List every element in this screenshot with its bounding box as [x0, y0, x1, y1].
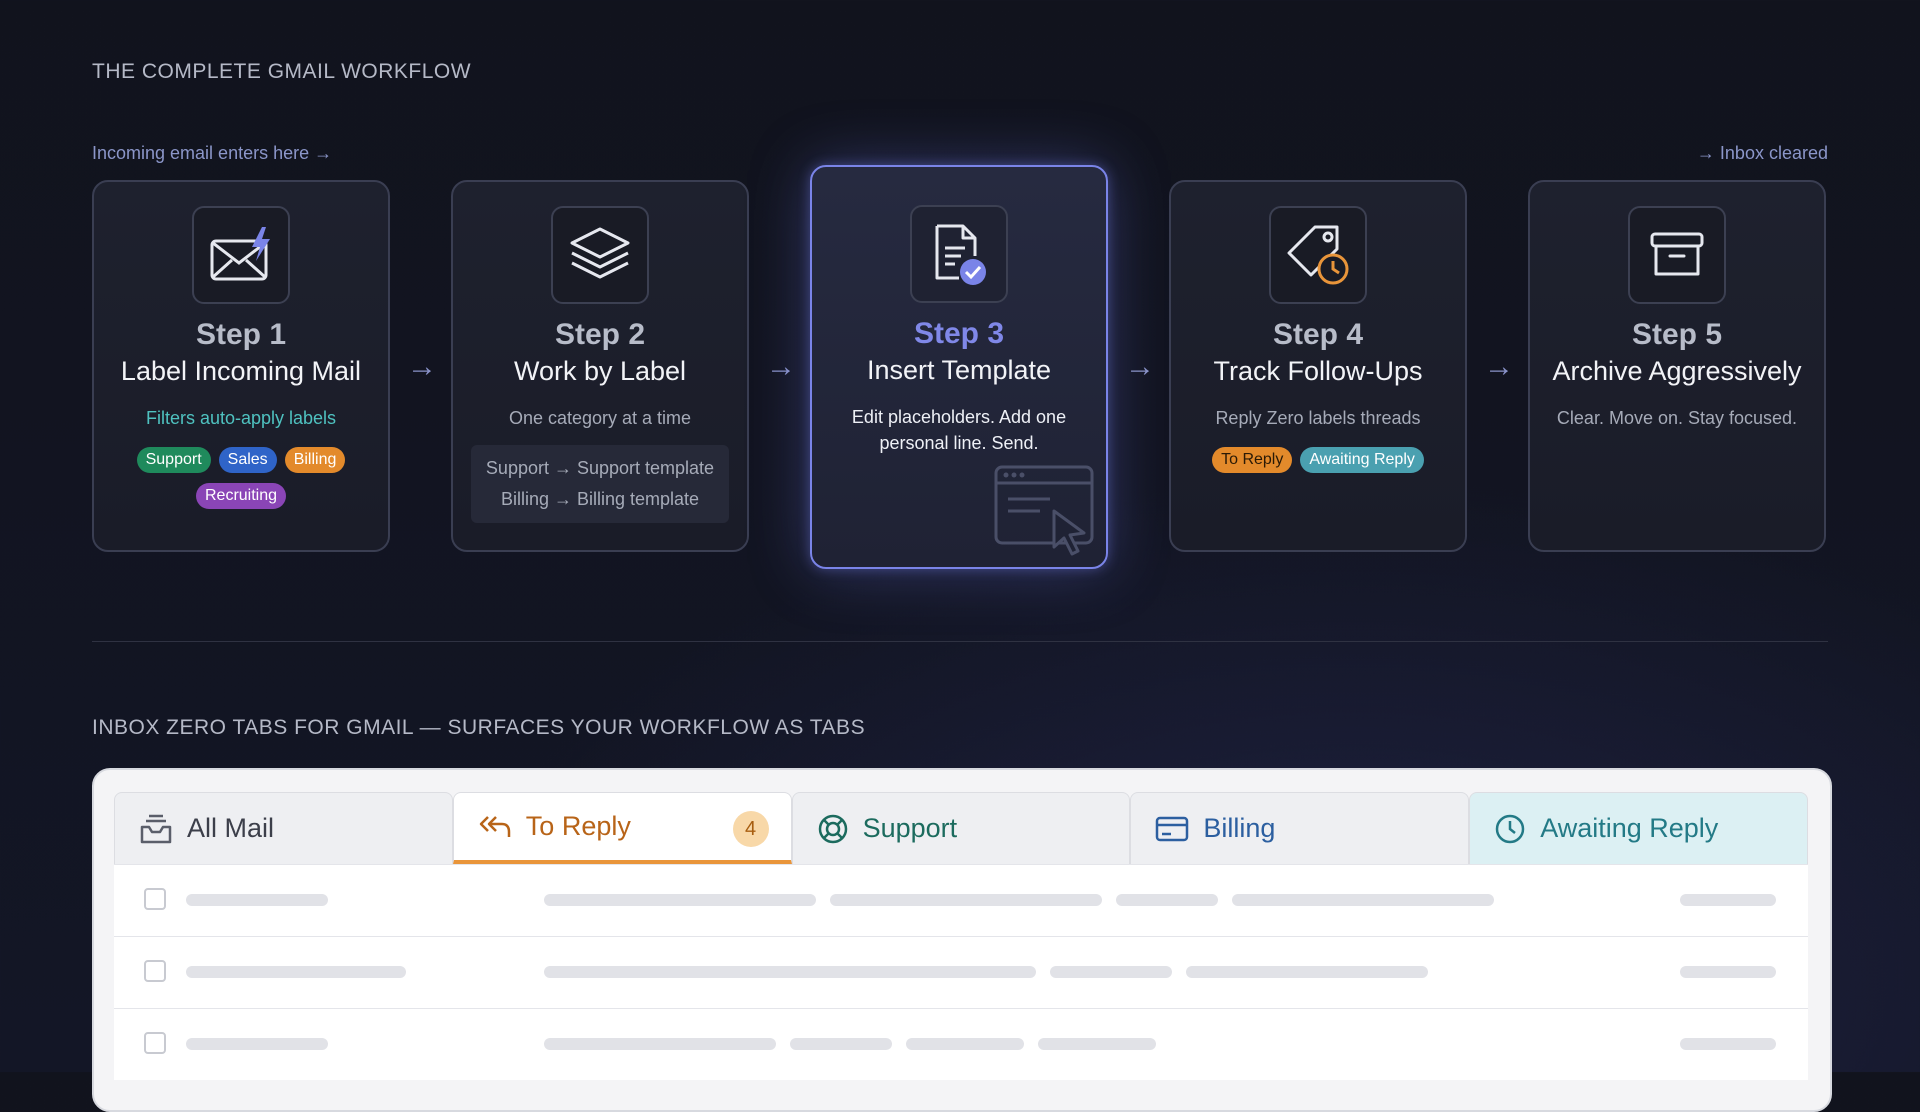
step-5-name: Archive Aggressively	[1552, 356, 1802, 386]
entry-note: Incoming email enters here →	[92, 143, 333, 163]
step-3-desc: Edit placeholders. Add one personal line…	[851, 407, 1067, 453]
step-4-desc: Reply Zero labels threads	[1215, 408, 1421, 428]
envelope-bolt-icon	[210, 227, 270, 281]
row-checkbox[interactable]	[144, 1032, 166, 1054]
sender-placeholder	[186, 1038, 328, 1050]
tab-billing-label: Billing	[1203, 813, 1276, 843]
reply-all-icon	[478, 813, 512, 841]
exit-note: → Inbox cleared	[1696, 143, 1828, 163]
layers-icon	[570, 227, 630, 279]
credit-card-icon	[1155, 815, 1189, 843]
document-check-icon	[935, 224, 986, 285]
step-2-number: Step 2	[554, 318, 646, 351]
step-1-desc: Filters auto-apply labels	[145, 408, 337, 428]
chip-to-reply: To Reply	[1212, 447, 1293, 473]
gmail-mock-panel: All Mail To Reply 4 Support Billing Awai…	[92, 768, 1832, 1112]
step-2-desc: One category at a time	[508, 408, 692, 428]
step-1-number: Step 1	[195, 318, 287, 351]
subject-placeholder	[544, 894, 816, 906]
step-5-desc: Clear. Move on. Stay focused.	[1556, 408, 1798, 428]
snippet-placeholder	[790, 1038, 892, 1050]
row-checkbox[interactable]	[144, 960, 166, 982]
tab-awaiting-reply[interactable]: Awaiting Reply	[1469, 792, 1808, 864]
tab-support-label: Support	[862, 813, 958, 843]
tab-support[interactable]: Support	[791, 792, 1131, 864]
snippet-placeholder	[1050, 966, 1172, 978]
archive-box-icon	[1650, 232, 1704, 276]
email-row[interactable]	[114, 864, 1808, 936]
row-checkbox[interactable]	[144, 888, 166, 910]
date-placeholder	[1680, 966, 1776, 978]
flow-arrow-3: →	[1125, 350, 1155, 383]
template-rules-box: Support → Support template Billing → Bil…	[471, 445, 729, 523]
date-placeholder	[1680, 894, 1776, 906]
chip-billing: Billing	[284, 447, 346, 473]
step-card-5: Step 5 Archive Aggressively Clear. Move …	[1528, 180, 1826, 552]
inbox-tabs: All Mail To Reply 4 Support Billing Awai…	[114, 792, 1808, 864]
email-row[interactable]	[114, 936, 1808, 1008]
flow-arrow-4: →	[1484, 350, 1514, 383]
chip-sales: Sales	[218, 447, 277, 473]
step-3-name: Insert Template	[866, 355, 1052, 385]
date-placeholder	[1680, 1038, 1776, 1050]
tag-clock-icon	[1287, 225, 1349, 285]
step-1-name: Label Incoming Mail	[120, 356, 362, 386]
chip-recruiting: Recruiting	[195, 483, 287, 509]
step-card-3: Step 3 Insert Template Edit placeholders…	[810, 165, 1108, 569]
step-4-number: Step 4	[1272, 318, 1364, 351]
tab-all-mail-label: All Mail	[187, 813, 275, 843]
step-4-name: Track Follow-Ups	[1213, 356, 1423, 386]
step-4-label-chips: To Reply Awaiting Reply	[1171, 447, 1465, 473]
step-1-label-chips: Support Sales Billing Recruiting	[94, 447, 388, 509]
inbox-tray-icon	[139, 813, 173, 845]
workflow-title: THE COMPLETE GMAIL WORKFLOW	[92, 60, 472, 83]
snippet-placeholder	[1186, 966, 1428, 978]
email-list	[114, 864, 1808, 1080]
tab-awaiting-reply-label: Awaiting Reply	[1540, 813, 1719, 843]
section-divider	[92, 641, 1828, 642]
snippet-placeholder	[1038, 1038, 1156, 1050]
tab-to-reply-label: To Reply	[525, 811, 631, 841]
email-row[interactable]	[114, 1008, 1808, 1080]
rule-support: Support → Support template	[485, 458, 715, 478]
step-3-number: Step 3	[913, 317, 1005, 350]
snippet-placeholder	[1116, 894, 1218, 906]
subject-placeholder	[544, 1038, 776, 1050]
tab-to-reply[interactable]: To Reply 4	[452, 792, 792, 864]
lifebuoy-icon	[817, 813, 849, 845]
tabs-section-title: INBOX ZERO TABS FOR GMAIL — SURFACES YOU…	[92, 716, 866, 739]
tab-billing[interactable]: Billing	[1130, 792, 1470, 864]
step-5-number: Step 5	[1631, 318, 1723, 351]
chip-support: Support	[136, 447, 211, 473]
snippet-placeholder	[906, 1038, 1024, 1050]
tab-all-mail[interactable]: All Mail	[114, 792, 453, 864]
template-window-cursor-icon	[994, 465, 1094, 556]
step-5-icon-box	[1628, 206, 1726, 304]
flow-arrow-2: →	[766, 350, 796, 383]
step-4-icon-box	[1269, 206, 1367, 304]
chip-awaiting-reply: Awaiting Reply	[1300, 447, 1424, 473]
sender-placeholder	[186, 894, 328, 906]
step-card-4: Step 4 Track Follow-Ups Reply Zero label…	[1169, 180, 1467, 552]
snippet-placeholder	[1232, 894, 1494, 906]
step-3-icon-box	[910, 205, 1008, 303]
clock-icon	[1494, 813, 1526, 845]
step-card-2: Step 2 Work by Label One category at a t…	[451, 180, 749, 552]
step-1-icon-box	[192, 206, 290, 304]
rule-billing: Billing → Billing template	[500, 489, 700, 509]
flow-arrow-1: →	[407, 350, 437, 383]
subject-placeholder	[544, 966, 1036, 978]
sender-placeholder	[186, 966, 406, 978]
snippet-placeholder	[830, 894, 1102, 906]
step-2-icon-box	[551, 206, 649, 304]
step-2-name: Work by Label	[513, 356, 687, 386]
step-card-1: Step 1 Label Incoming Mail Filters auto-…	[92, 180, 390, 552]
to-reply-count-badge: 4	[732, 811, 769, 847]
